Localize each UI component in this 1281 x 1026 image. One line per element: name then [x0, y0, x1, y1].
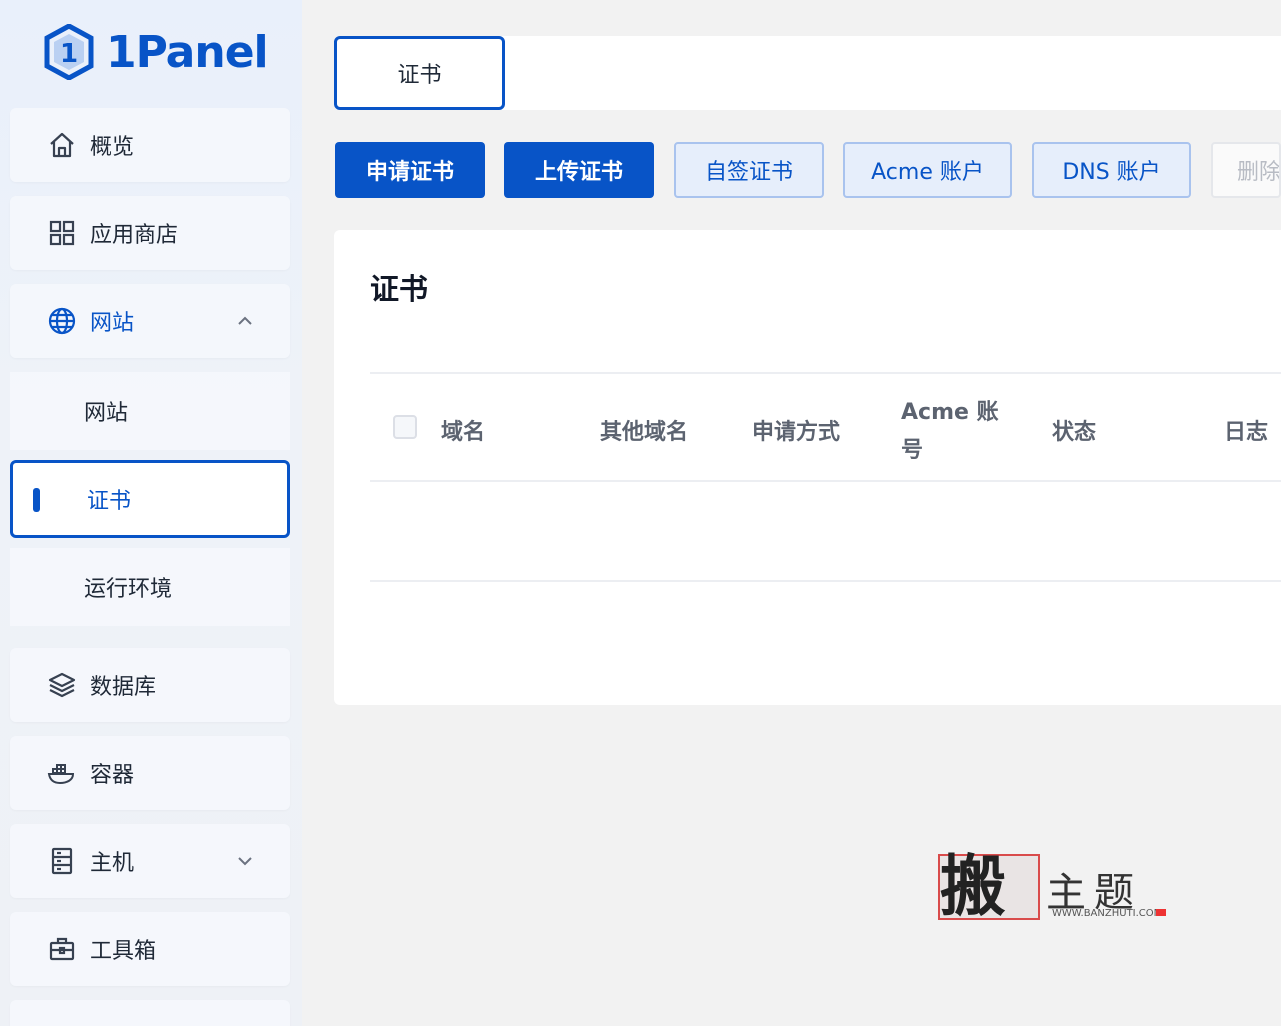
- sidebar-subitem-website[interactable]: 网站: [10, 372, 290, 450]
- dns-account-button[interactable]: DNS 账户: [1032, 142, 1191, 198]
- sidebar-subitem-label: 运行环境: [84, 577, 173, 602]
- table-header-top-divider: [370, 372, 1281, 374]
- active-indicator: [33, 488, 40, 512]
- column-header-acme-account[interactable]: Acme 账号: [901, 394, 1005, 470]
- server-icon: [46, 845, 78, 877]
- grid-icon: [46, 217, 78, 249]
- sidebar-item-host[interactable]: 主机: [10, 824, 290, 898]
- upload-certificate-button[interactable]: 上传证书: [504, 142, 654, 198]
- sidebar-subitem-label: 网站: [84, 401, 129, 426]
- globe-icon: [46, 305, 78, 337]
- sidebar-item-label: 应用商店: [90, 223, 179, 248]
- sidebar-item-more[interactable]: [10, 1000, 290, 1026]
- sidebar-item-label: 主机: [90, 851, 135, 876]
- sidebar: 1 1Panel 概览 应用商店 网站 网站 证书 运行环境 数据库 容器 主机…: [0, 0, 302, 1026]
- column-header-domain[interactable]: 域名: [441, 414, 485, 446]
- select-all-checkbox[interactable]: [393, 415, 417, 439]
- chevron-down-icon[interactable]: [234, 850, 256, 872]
- card-title: 证书: [370, 272, 429, 306]
- logo-mark-icon: 1: [44, 24, 94, 80]
- tab-certificate[interactable]: 证书: [334, 36, 505, 110]
- home-icon: [46, 129, 78, 161]
- sidebar-subitem-label: 证书: [87, 489, 132, 514]
- sidebar-item-overview[interactable]: 概览: [10, 108, 290, 182]
- chevron-up-icon[interactable]: [234, 310, 256, 332]
- sidebar-item-label: 概览: [90, 135, 135, 160]
- self-signed-certificate-button[interactable]: 自签证书: [674, 142, 824, 198]
- toolbox-icon: [46, 933, 78, 965]
- svg-text:1: 1: [60, 39, 78, 69]
- layers-icon: [46, 669, 78, 701]
- column-header-other-domains[interactable]: 其他域名: [600, 414, 688, 446]
- watermark-url: WWW.BANZHUTI.COM: [1052, 908, 1163, 919]
- acme-account-button[interactable]: Acme 账户: [843, 142, 1012, 198]
- sidebar-subitem-certificate[interactable]: 证书: [10, 460, 290, 538]
- sidebar-item-toolbox[interactable]: 工具箱: [10, 912, 290, 986]
- sidebar-item-website[interactable]: 网站: [10, 284, 290, 358]
- app-logo[interactable]: 1 1Panel: [44, 22, 269, 82]
- delete-button[interactable]: 删除: [1211, 142, 1281, 198]
- watermark-red-mark: [1156, 909, 1166, 916]
- certificate-card: [334, 230, 1281, 705]
- table-empty-divider: [370, 580, 1281, 582]
- watermark-big-char: 搬: [940, 847, 1006, 925]
- apply-certificate-button[interactable]: 申请证书: [335, 142, 485, 198]
- sidebar-item-label: 容器: [90, 763, 135, 788]
- column-header-log[interactable]: 日志: [1224, 414, 1268, 446]
- column-header-apply-method[interactable]: 申请方式: [752, 414, 840, 446]
- table-header-bottom-divider: [370, 480, 1281, 482]
- sidebar-subitem-runtime[interactable]: 运行环境: [10, 548, 290, 626]
- sidebar-item-app-store[interactable]: 应用商店: [10, 196, 290, 270]
- sidebar-item-label: 网站: [90, 311, 135, 336]
- sidebar-item-container[interactable]: 容器: [10, 736, 290, 810]
- logo-text: 1Panel: [106, 26, 269, 78]
- sidebar-item-label: 工具箱: [90, 939, 157, 964]
- docker-icon: [46, 757, 78, 789]
- column-header-status[interactable]: 状态: [1052, 414, 1096, 446]
- sidebar-item-database[interactable]: 数据库: [10, 648, 290, 722]
- sidebar-item-label: 数据库: [90, 675, 157, 700]
